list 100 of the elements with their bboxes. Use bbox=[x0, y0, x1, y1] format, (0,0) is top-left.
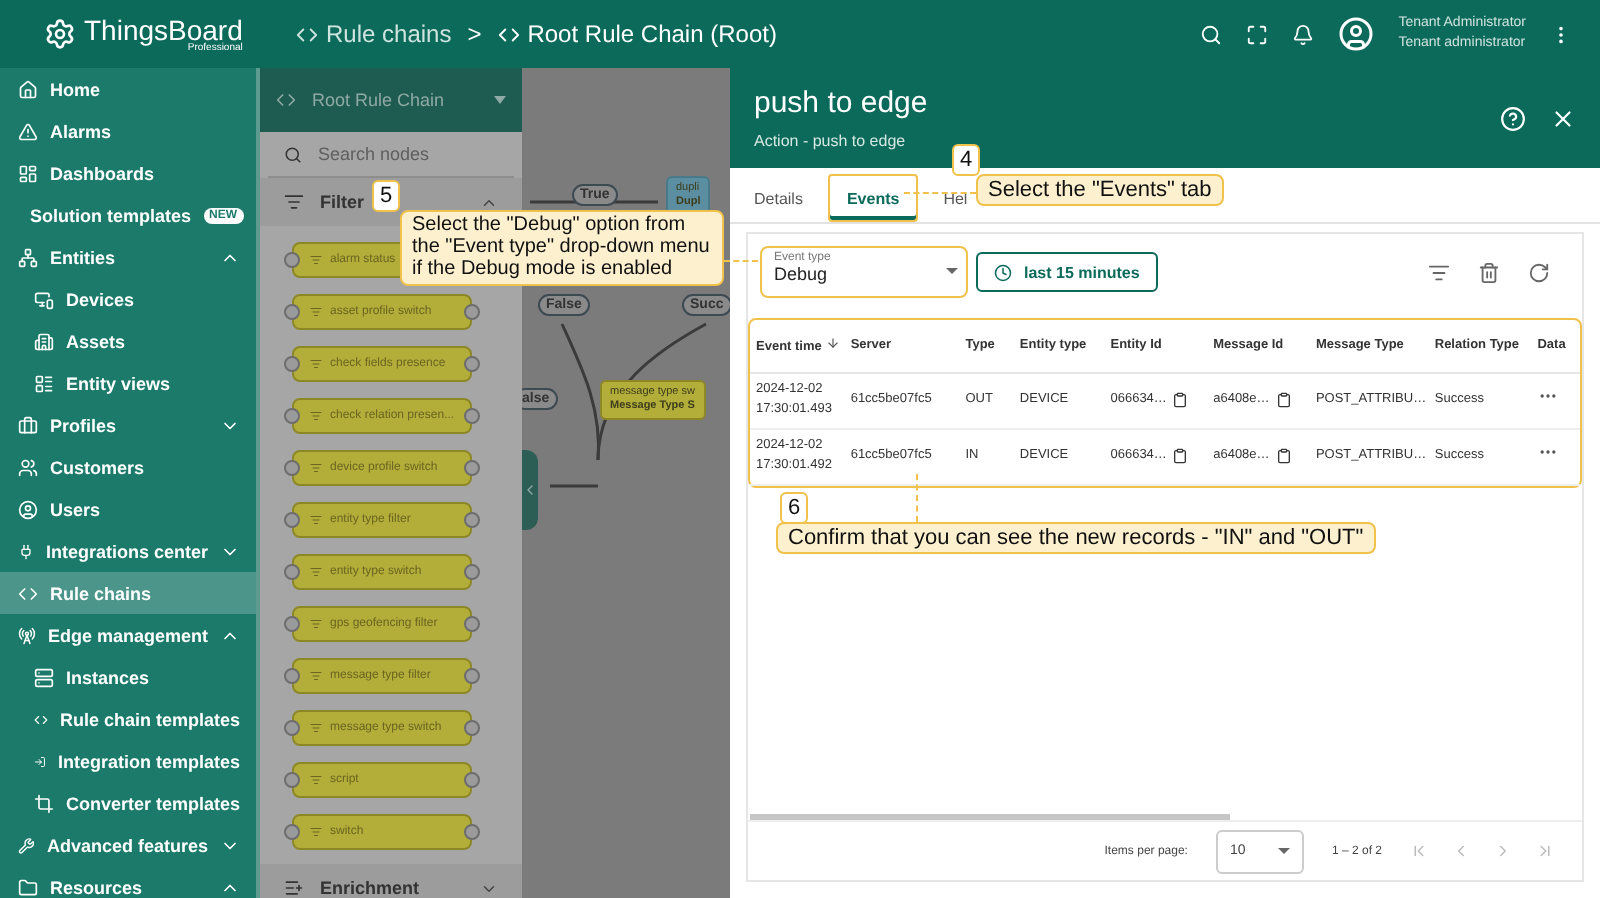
wrench-icon bbox=[18, 835, 35, 855]
connection-port[interactable] bbox=[284, 564, 300, 580]
caret-icon bbox=[494, 96, 506, 104]
avatar-icon bbox=[1338, 16, 1375, 52]
last-page-icon bbox=[1536, 842, 1554, 860]
sidebar-item[interactable]: Profiles bbox=[0, 404, 256, 446]
connection-port[interactable] bbox=[464, 772, 480, 788]
sidebar-item[interactable]: Devices bbox=[0, 278, 256, 320]
filter-icon bbox=[310, 358, 322, 370]
sidebar-item[interactable]: Instances bbox=[0, 656, 256, 698]
connection-port[interactable] bbox=[464, 824, 480, 840]
connection-port[interactable] bbox=[284, 616, 300, 632]
sidebar-item[interactable]: Assets bbox=[0, 320, 256, 362]
connection-port[interactable] bbox=[464, 564, 480, 580]
server-icon bbox=[34, 667, 54, 687]
section-header[interactable]: Enrichment bbox=[260, 864, 522, 898]
sidebar-item[interactable]: Rule chain templates bbox=[0, 698, 256, 740]
previous-page-icon bbox=[1452, 842, 1470, 860]
devices-icon bbox=[34, 289, 54, 309]
connection-port[interactable] bbox=[464, 720, 480, 736]
home-icon bbox=[18, 79, 38, 99]
sidebar-item[interactable]: Resources bbox=[0, 866, 256, 898]
breadcrumb-separator: > bbox=[467, 20, 482, 48]
connection-port[interactable] bbox=[284, 252, 300, 268]
connection-port[interactable] bbox=[464, 616, 480, 632]
login-icon bbox=[34, 751, 46, 771]
sidebar-item[interactable]: Customers bbox=[0, 446, 256, 488]
tab[interactable]: Events bbox=[828, 174, 918, 222]
clipboard-icon bbox=[1275, 448, 1292, 464]
clipboard-icon bbox=[1172, 448, 1189, 464]
drawer-subtitle: Action - push to edge bbox=[754, 132, 908, 150]
connection-port[interactable] bbox=[284, 720, 300, 736]
step-number: 4 bbox=[952, 144, 981, 176]
collapse-tab[interactable] bbox=[522, 450, 538, 530]
connection-port[interactable] bbox=[464, 408, 480, 424]
sort-arrow-icon bbox=[825, 336, 840, 351]
folder-icon bbox=[18, 877, 38, 897]
filter-icon bbox=[310, 618, 322, 630]
sidebar-item[interactable]: Entity views bbox=[0, 362, 256, 404]
crop-icon bbox=[34, 793, 54, 813]
tab[interactable]: Details bbox=[736, 174, 821, 222]
filter-icon bbox=[310, 254, 322, 266]
dashboard-icon bbox=[18, 163, 38, 183]
connection-port[interactable] bbox=[464, 356, 480, 372]
sidebar-item[interactable]: Converter templates bbox=[0, 782, 256, 824]
filter-icon bbox=[310, 410, 322, 422]
clipboard-icon bbox=[1275, 392, 1292, 408]
connection-port[interactable] bbox=[284, 772, 300, 788]
sidebar-item[interactable]: Advanced features bbox=[0, 824, 256, 866]
connection-port[interactable] bbox=[284, 460, 300, 476]
sidebar-item[interactable]: Dashboards bbox=[0, 152, 256, 194]
sidebar-item[interactable]: Integrations center bbox=[0, 530, 256, 572]
hierarchy-icon bbox=[18, 247, 38, 267]
connector-line bbox=[550, 484, 598, 488]
help-icon bbox=[1500, 105, 1526, 131]
callout-tooltip: Confirm that you can see the new records - "IN" and "OUT" bbox=[776, 522, 1376, 555]
sidebar-item[interactable]: Users bbox=[0, 488, 256, 530]
breadcrumb-link[interactable]: Rule chains bbox=[296, 20, 452, 48]
delete-icon bbox=[1478, 261, 1500, 283]
callout-tooltip: Select the "Events" tab bbox=[976, 174, 1224, 207]
filter-icon bbox=[310, 722, 322, 734]
sidebar-item[interactable]: Entities bbox=[0, 236, 256, 278]
connection-port[interactable] bbox=[464, 460, 480, 476]
connector-line bbox=[530, 200, 658, 204]
sidebar-item[interactable]: Edge management bbox=[0, 614, 256, 656]
filter-icon bbox=[310, 826, 322, 838]
connection-port[interactable] bbox=[284, 512, 300, 528]
sidebar-item[interactable]: Home bbox=[0, 68, 256, 110]
first-page-icon bbox=[1410, 842, 1428, 860]
breadcrumb-link[interactable]: Root Rule Chain (Root) bbox=[497, 20, 777, 48]
sidebar-item[interactable]: Integration templates bbox=[0, 740, 256, 782]
sidebar-item[interactable]: Alarms bbox=[0, 110, 256, 152]
connection-port[interactable] bbox=[464, 304, 480, 320]
connection-port[interactable] bbox=[284, 668, 300, 684]
drawer-title: push to edge bbox=[754, 86, 930, 120]
connection-port[interactable] bbox=[284, 356, 300, 372]
list-add-icon bbox=[284, 878, 304, 898]
logo-name: ThingsBoard bbox=[84, 15, 243, 43]
connection-port[interactable] bbox=[284, 408, 300, 424]
step-number: 5 bbox=[372, 180, 401, 212]
connection-port[interactable] bbox=[464, 512, 480, 528]
filter-icon bbox=[310, 670, 322, 682]
sidebar-item[interactable]: Rule chains bbox=[0, 572, 256, 614]
chevron-left-icon bbox=[522, 482, 538, 498]
search-icon bbox=[1200, 23, 1223, 45]
connection-port[interactable] bbox=[284, 304, 300, 320]
clock-icon bbox=[994, 263, 1012, 281]
time-window-button[interactable]: last 15 minutes bbox=[976, 252, 1158, 292]
people-icon bbox=[18, 457, 38, 477]
building-icon bbox=[34, 331, 54, 351]
fullscreen-icon bbox=[1246, 23, 1269, 45]
code-icon bbox=[18, 583, 38, 603]
search-field[interactable]: Search nodes bbox=[314, 142, 494, 166]
connection-port[interactable] bbox=[464, 668, 480, 684]
connection-port[interactable] bbox=[284, 824, 300, 840]
panel-title: Root Rule Chain bbox=[312, 90, 447, 110]
scrollbar[interactable] bbox=[750, 814, 1230, 820]
code-icon bbox=[497, 23, 520, 45]
filter-icon bbox=[310, 566, 322, 578]
filter-icon bbox=[310, 462, 322, 474]
